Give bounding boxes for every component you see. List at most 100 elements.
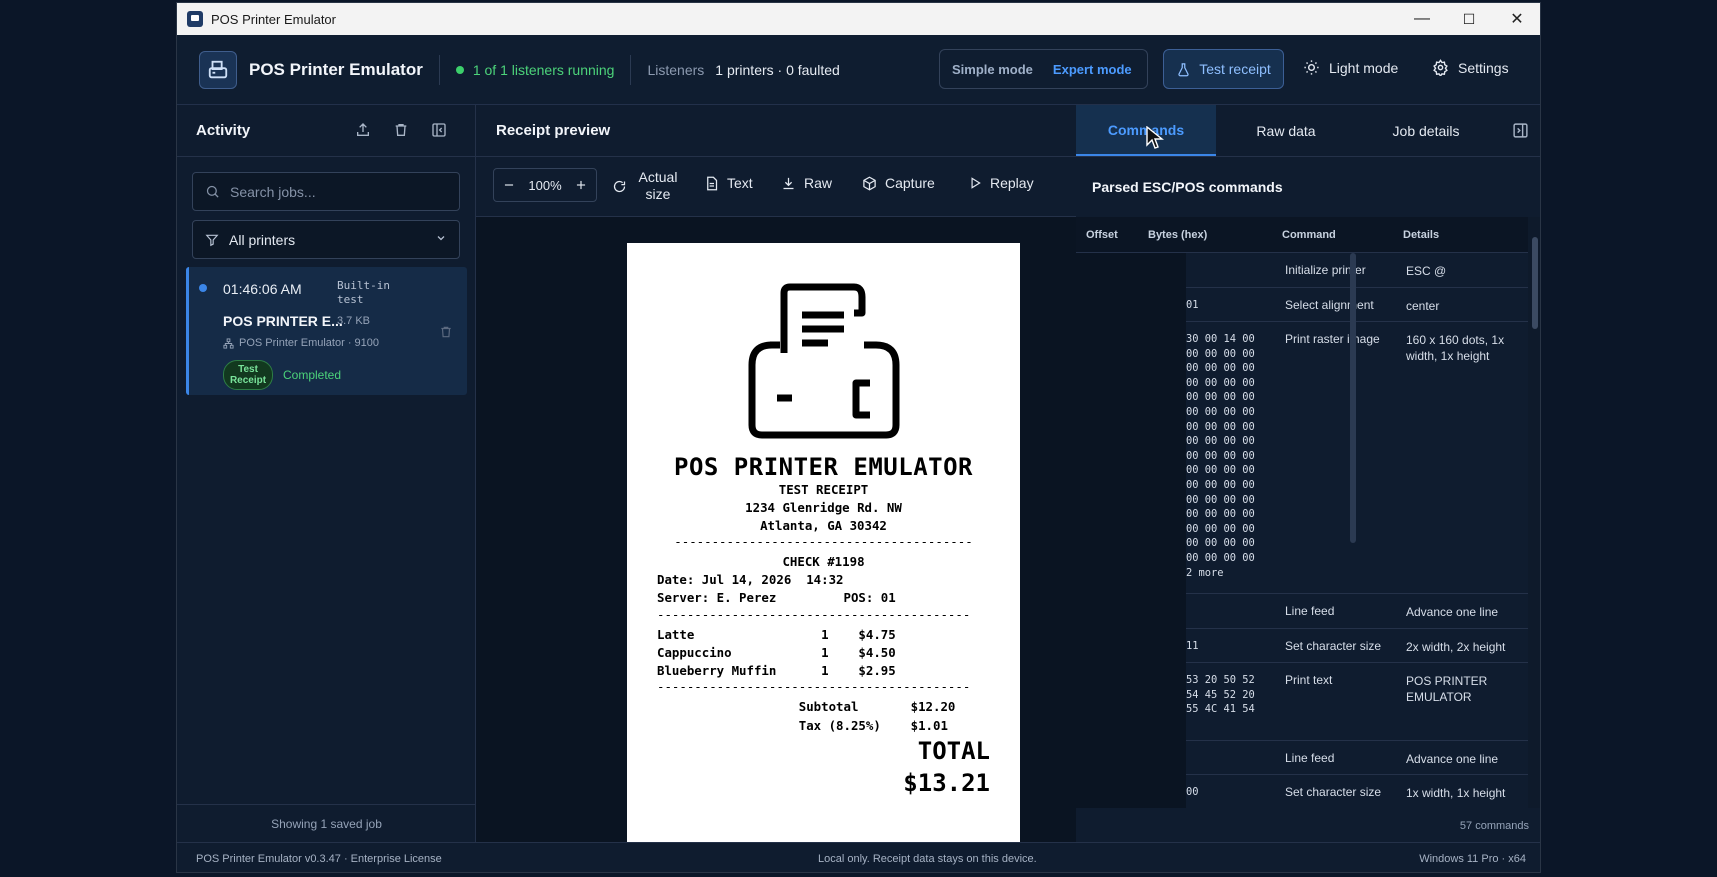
printer-filter-select[interactable]: All printers	[192, 220, 460, 259]
receipt-address-1: 1234 Glenridge Rd. NW	[745, 500, 902, 515]
col-command: Command	[1282, 228, 1336, 241]
receipt-separator: ----------------------------------------…	[657, 606, 971, 622]
receipt-separator: ----------------------------------------…	[657, 679, 971, 695]
tab-job-details[interactable]: Job details	[1356, 105, 1496, 156]
sidebar-footer: Showing 1 saved job	[177, 804, 476, 842]
command-row[interactable]: 01 Select alignment center	[1186, 288, 1528, 322]
command-row[interactable]: Line feed Advance one line	[1186, 741, 1528, 775]
minimize-button[interactable]: —	[1398, 3, 1446, 35]
simple-mode-button[interactable]: Simple mode	[952, 62, 1033, 77]
receipt-paper: POS PRINTER EMULATOR TEST RECEIPT 1234 G…	[627, 243, 1020, 842]
receipt-check: CHECK #1198	[782, 554, 865, 569]
tab-raw-data[interactable]: Raw data	[1216, 105, 1356, 156]
close-button[interactable]: ✕	[1493, 3, 1540, 35]
command-row[interactable]: 30 00 14 00 00 00 00 00 00 00 00 00 00 0…	[1186, 322, 1528, 594]
replay-button-label: Replay	[990, 175, 1034, 191]
receipt-total-value: $13.21	[903, 769, 990, 798]
job-type-badge: Test Receipt	[223, 360, 273, 390]
listeners-status-text: 1 of 1 listeners running	[472, 61, 615, 78]
command-name: Line feed	[1285, 604, 1335, 618]
command-name: Select alignment	[1285, 298, 1374, 312]
command-bytes: 01	[1186, 299, 1199, 311]
privacy-note: Local only. Receipt data stays on this d…	[818, 853, 1037, 865]
actual-size-label: Actual size	[638, 169, 678, 202]
search-input[interactable]	[230, 183, 440, 200]
receipt-separator: ----------------------------------------	[674, 534, 973, 549]
receipt-subtitle: TEST RECEIPT	[778, 482, 869, 497]
command-bytes: 30 00 14 00 00 00 00 00 00 00 00 00 00 0…	[1186, 333, 1255, 579]
export-icon[interactable]	[355, 122, 373, 140]
job-source: Built-in test	[337, 279, 390, 306]
col-offset: Offset	[1086, 228, 1118, 241]
trash-icon[interactable]	[393, 122, 411, 140]
test-receipt-button[interactable]: Test receipt	[1163, 49, 1284, 89]
zoom-out-icon[interactable]	[502, 178, 516, 192]
filter-icon	[205, 234, 219, 246]
light-mode-label: Light mode	[1329, 59, 1399, 76]
command-row[interactable]: Line feed Advance one line	[1186, 594, 1528, 629]
mode-toggle: Simple mode Expert mode	[939, 49, 1148, 89]
command-details: Advance one line	[1406, 752, 1499, 766]
listeners-label: Listeners	[647, 61, 705, 78]
collapse-sidebar-icon[interactable]	[431, 122, 449, 140]
commands-scrollbar[interactable]	[1528, 217, 1540, 808]
text-button-label: Text	[727, 175, 753, 191]
command-row[interactable]: 00 Set character size 1x width, 1x heigh…	[1186, 775, 1528, 808]
command-bytes: 00	[1186, 786, 1199, 798]
search-icon	[206, 185, 219, 198]
network-icon	[223, 337, 234, 349]
activity-sidebar: Activity All printers 01:46:06 AM	[177, 105, 476, 842]
command-details: 1x width, 1x height	[1406, 786, 1506, 800]
command-name: Set character size	[1285, 639, 1382, 653]
capture-button[interactable]: Capture	[862, 175, 935, 191]
command-row[interactable]: Initialize printer ESC @	[1186, 253, 1528, 288]
command-details: Advance one line	[1406, 605, 1499, 619]
command-row[interactable]: 53 20 50 52 54 45 52 20 55 4C 41 54 Prin…	[1186, 663, 1528, 741]
command-name: Print text	[1285, 673, 1333, 687]
zoom-control: 100%	[493, 168, 597, 202]
mouse-cursor-icon	[1146, 126, 1166, 150]
job-size: 3.7 KB	[337, 315, 371, 327]
preview-toolbar: 100% Actual size Text Raw Capture Replay	[476, 157, 1076, 217]
commands-count: 57 commands	[1459, 820, 1529, 832]
job-status: Completed	[283, 368, 342, 382]
scrollbar-thumb[interactable]	[1532, 237, 1538, 329]
receipt-date: Date: Jul 14, 2026 14:32	[657, 572, 844, 587]
maximize-button[interactable]: ☐	[1445, 3, 1493, 35]
version-info: POS Printer Emulator v0.3.47 · Enterpris…	[196, 853, 442, 865]
light-mode-button[interactable]: Light mode	[1303, 59, 1398, 76]
text-button[interactable]: Text	[704, 175, 753, 191]
actual-size-button[interactable]: Actual size	[612, 169, 681, 203]
expert-mode-button[interactable]: Expert mode	[1053, 62, 1132, 77]
sidebar-header: Activity	[177, 105, 475, 157]
col-details: Details	[1403, 228, 1440, 241]
receipt-server: Server: E. Perez POS: 01	[657, 590, 896, 606]
command-details: center	[1406, 299, 1440, 313]
command-row[interactable]: 11 Set character size 2x width, 2x heigh…	[1186, 629, 1528, 663]
sun-icon	[1304, 60, 1319, 75]
app-icon	[187, 11, 203, 27]
receipt-canvas: POS PRINTER EMULATOR TEST RECEIPT 1234 G…	[476, 217, 1076, 842]
commands-table: Offset Bytes (hex) Command Details Initi…	[1076, 217, 1528, 808]
status-dot-icon	[455, 65, 464, 74]
printer-logo-icon	[199, 50, 237, 89]
settings-button[interactable]: Settings	[1432, 59, 1509, 76]
collapse-panel-icon[interactable]	[1512, 122, 1529, 139]
delete-job-icon[interactable]	[439, 325, 453, 339]
command-details: POS PRINTER EMULATOR	[1406, 674, 1488, 704]
command-name: Print raster image	[1285, 332, 1380, 346]
job-list-item[interactable]: 01:46:06 AM Built-in test POS PRINTER E.…	[186, 267, 467, 395]
bytes-column-scrollbar[interactable]	[1350, 253, 1356, 543]
test-receipt-label: Test receipt	[1199, 61, 1271, 77]
zoom-in-icon[interactable]	[574, 178, 588, 192]
receipt-item: Cappuccino 1 $4.50	[657, 644, 896, 660]
listeners-status: 1 of 1 listeners running	[455, 61, 615, 78]
unread-dot-icon	[199, 284, 207, 292]
capture-button-label: Capture	[885, 175, 935, 191]
app-header: POS Printer Emulator 1 of 1 listeners ru…	[177, 35, 1540, 105]
header-divider	[630, 54, 632, 85]
job-time: 01:46:06 AM	[223, 281, 302, 297]
platform-info: Windows 11 Pro · x64	[1419, 853, 1526, 865]
replay-button[interactable]: Replay	[968, 175, 1034, 191]
raw-button[interactable]: Raw	[781, 175, 832, 191]
